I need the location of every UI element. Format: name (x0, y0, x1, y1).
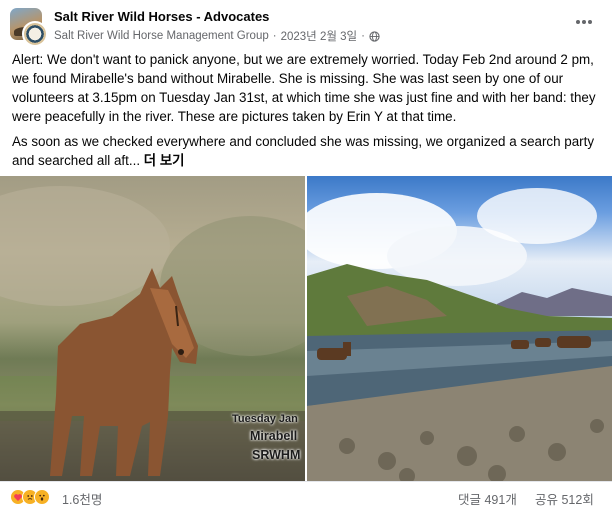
meta-dot: · (361, 30, 365, 42)
post-body: Alert: We don't want to panick anyone, b… (12, 50, 604, 176)
share-count-link[interactable]: 공유 512회 (535, 489, 594, 508)
post-header: Salt River Wild Horses - Advocates Salt … (0, 0, 612, 48)
post-paragraph-2-text: As soon as we checked everywhere and con… (12, 134, 595, 168)
meta-separator: · (272, 30, 277, 42)
foal-photo[interactable]: Tuesday Jan Mirabell SRWHM (0, 176, 305, 481)
reaction-icons[interactable] (10, 489, 50, 505)
photo-grid: Tuesday Jan Mirabell SRWHM (0, 176, 612, 481)
group-name-link[interactable]: Salt River Wild Horses - Advocates (54, 9, 269, 24)
post-paragraph-1: Alert: We don't want to panick anyone, b… (12, 52, 596, 124)
see-more-link[interactable]: 더 보기 (144, 153, 185, 168)
avatar[interactable] (10, 8, 48, 47)
author-name-link[interactable]: Salt River Wild Horse Management Group (54, 30, 269, 42)
reaction-count[interactable]: 1.6천명 (62, 489, 102, 508)
post-paragraph-2: As soon as we checked everywhere and con… (12, 132, 604, 170)
river-herd-photo[interactable] (307, 176, 612, 481)
author-avatar[interactable] (22, 21, 48, 47)
river-illustration (307, 188, 612, 481)
engagement-bar: 1.6천명 댓글 491개 공유 512회 (0, 481, 612, 510)
post-date-link[interactable]: 2023년 2월 3일 (281, 28, 358, 44)
more-horizontal-icon (576, 20, 592, 24)
more-options-button[interactable] (570, 10, 598, 34)
watermark-line-2: Mirabell (250, 429, 298, 443)
watermark-line-3: SRWHM (252, 448, 301, 462)
watermark-line-1: Tuesday Jan (232, 413, 298, 425)
globe-icon[interactable] (369, 30, 380, 42)
post-meta: Salt River Wild Horse Management Group ·… (54, 28, 380, 44)
comment-count-link[interactable]: 댓글 491개 (458, 489, 517, 508)
wow-reaction-icon[interactable] (34, 489, 50, 505)
